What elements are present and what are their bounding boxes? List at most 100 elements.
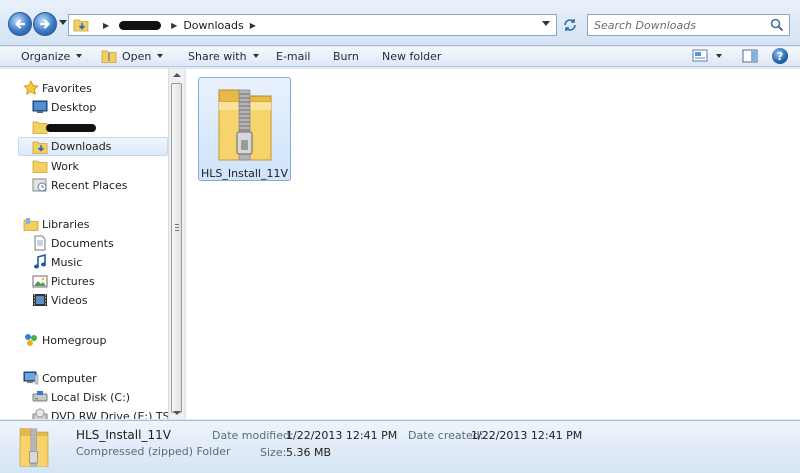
date-modified-label: Date modified: [212, 429, 294, 442]
nav-libraries-label: Libraries [42, 218, 90, 231]
file-item[interactable]: HLS_Install_11V [198, 77, 291, 181]
help-button[interactable]: ? [772, 48, 788, 64]
view-options-icon [692, 49, 708, 62]
chevron-down-icon [252, 54, 259, 58]
sidebar-item-dvd-drive[interactable]: DVD RW Drive (E:) TSSY [0, 407, 168, 419]
sidebar-item-label: Desktop [51, 101, 97, 114]
zip-folder-icon [218, 89, 272, 161]
refresh-button[interactable] [560, 14, 580, 36]
downloads-folder-icon [73, 19, 89, 32]
sidebar-item-pictures[interactable]: Pictures [0, 272, 168, 291]
nav-scrollbar[interactable] [168, 69, 184, 419]
videos-icon [33, 294, 47, 306]
sidebar-item-redacted[interactable] [0, 118, 168, 137]
forward-arrow-icon [39, 19, 50, 29]
recent-pages-dropdown-icon[interactable] [59, 20, 67, 26]
sidebar-item-videos[interactable]: Videos [0, 291, 168, 310]
sidebar-item-music[interactable]: Music [0, 253, 168, 272]
refresh-icon [564, 19, 576, 31]
breadcrumb-redacted-segment[interactable] [119, 20, 162, 30]
documents-icon [34, 235, 46, 251]
open-button[interactable]: Open [101, 47, 164, 65]
size-value: 5.36 MB [286, 446, 332, 459]
preview-pane-button[interactable] [742, 49, 758, 66]
organize-label: Organize [21, 49, 71, 63]
back-arrow-icon [15, 19, 26, 29]
nav-homegroup[interactable]: Homegroup [0, 331, 168, 350]
hard-drive-icon [32, 391, 48, 402]
desktop-icon [32, 100, 48, 113]
sidebar-item-label: Local Disk (C:) [51, 391, 131, 404]
recent-places-icon [32, 178, 47, 192]
nav-homegroup-label: Homegroup [42, 334, 107, 347]
music-icon [34, 254, 46, 269]
new-folder-button[interactable]: New folder [382, 47, 441, 65]
sidebar-item-recent-places[interactable]: Recent Places [0, 176, 168, 195]
search-box[interactable] [587, 14, 790, 36]
address-bar: ▶ ▶ Downloads ▶ [0, 0, 800, 46]
nav-computer[interactable]: Computer [0, 369, 168, 388]
back-button[interactable] [8, 12, 32, 36]
sidebar-item-downloads[interactable]: Downloads [18, 137, 168, 156]
breadcrumb-separator-icon[interactable]: ▶ [171, 21, 177, 30]
size-label: Size: [260, 446, 287, 459]
chevron-down-icon [157, 54, 164, 58]
zip-folder-icon [19, 428, 49, 467]
details-file-name: HLS_Install_11V [76, 428, 171, 442]
sidebar-item-work[interactable]: Work [0, 157, 168, 176]
email-label: E-mail [276, 49, 311, 63]
computer-icon [23, 371, 39, 385]
star-icon [23, 80, 39, 95]
sidebar-item-label: Recent Places [51, 179, 128, 192]
organize-button[interactable]: Organize [21, 47, 83, 65]
sidebar-item-documents[interactable]: Documents [0, 234, 168, 253]
scrollbar-thumb[interactable] [171, 83, 182, 413]
libraries-icon [23, 218, 39, 231]
breadcrumb[interactable]: ▶ ▶ Downloads ▶ [68, 14, 557, 36]
share-with-label: Share with [188, 49, 247, 63]
sidebar-item-label: DVD RW Drive (E:) TSSY [51, 410, 168, 419]
change-view-button[interactable] [692, 49, 722, 62]
scroll-down-arrow-icon[interactable] [173, 411, 181, 415]
open-label: Open [122, 49, 152, 63]
chevron-down-icon [716, 53, 722, 58]
sidebar-item-label: Music [51, 256, 83, 269]
burn-button[interactable]: Burn [333, 47, 359, 65]
zip-folder-icon [101, 50, 117, 63]
scrollbar-grip-icon [175, 224, 179, 231]
help-icon: ? [776, 49, 784, 63]
sidebar-item-label: Work [51, 160, 79, 173]
file-name: HLS_Install_11V [200, 167, 289, 180]
sidebar-item-label: Documents [51, 237, 114, 250]
forward-button[interactable] [33, 12, 57, 36]
preview-pane-icon [742, 49, 758, 63]
nav-favorites[interactable]: Favorites [0, 79, 168, 98]
homegroup-icon [25, 334, 37, 346]
sidebar-item-label: Videos [51, 294, 88, 307]
scroll-up-arrow-icon[interactable] [173, 73, 181, 77]
new-folder-label: New folder [382, 49, 442, 63]
breadcrumb-current[interactable]: Downloads [183, 19, 243, 32]
sidebar-item-label: Downloads [51, 140, 112, 153]
address-dropdown-icon[interactable] [542, 21, 550, 26]
nav-computer-label: Computer [42, 372, 97, 385]
navigation-pane: Favorites Desktop Downloads Work Recent … [0, 69, 168, 419]
sidebar-item-local-disk[interactable]: Local Disk (C:) [0, 388, 168, 407]
breadcrumb-separator-icon[interactable]: ▶ [103, 21, 109, 30]
details-file-type: Compressed (zipped) Folder [76, 445, 231, 458]
sidebar-item-label: Pictures [51, 275, 95, 288]
date-created-value: 1/22/2013 12:41 PM [471, 429, 583, 442]
share-with-button[interactable]: Share with [188, 47, 259, 65]
nav-libraries[interactable]: Libraries [0, 215, 168, 234]
date-modified-value: 1/22/2013 12:41 PM [286, 429, 398, 442]
sidebar-item-desktop[interactable]: Desktop [0, 98, 168, 117]
search-icon[interactable] [770, 18, 784, 32]
email-button[interactable]: E-mail [276, 47, 311, 65]
details-pane: HLS_Install_11V Compressed (zipped) Fold… [0, 420, 800, 473]
file-list[interactable]: HLS_Install_11V [186, 69, 800, 419]
command-bar: Organize Open Share with E-mail Burn New… [0, 47, 800, 67]
search-input[interactable] [594, 18, 764, 32]
pictures-icon [32, 275, 48, 288]
folder-icon [32, 160, 48, 173]
breadcrumb-separator-icon[interactable]: ▶ [250, 21, 256, 30]
